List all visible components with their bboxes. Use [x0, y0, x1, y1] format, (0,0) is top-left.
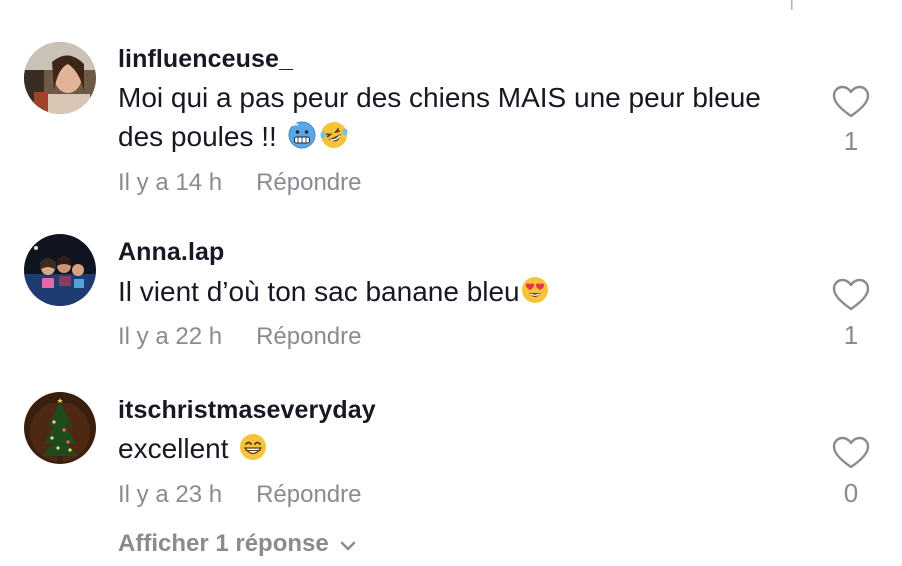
chevron-down-icon [339, 531, 357, 559]
show-replies-button[interactable]: Afficher 1 réponse [118, 530, 357, 559]
comment-text: Moi qui a pas peur des chiens MAIS une p… [118, 78, 818, 156]
grinning-emoji [238, 432, 268, 462]
like-count: 0 [843, 478, 859, 508]
comment-username[interactable]: linfluenceuse_ [118, 45, 293, 74]
comment-timestamp: Il y a 23 h [118, 481, 223, 508]
heart-eyes-emoji [520, 275, 550, 305]
comment-meta: Il y a 14 h Répondre [118, 169, 361, 197]
comment-text-segment: des poules !! [118, 121, 277, 152]
like-count: 1 [843, 126, 859, 156]
reply-button[interactable]: Répondre [256, 323, 361, 350]
comment-text-segment: Il vient d’où ton sac banane bleu [118, 276, 520, 307]
comment-timestamp: Il y a 14 h [118, 169, 223, 196]
avatar[interactable] [24, 392, 96, 464]
comment-text-line: Moi qui a pas peur des chiens MAIS une p… [118, 82, 761, 113]
avatar[interactable] [24, 234, 96, 306]
reply-button[interactable]: Répondre [256, 481, 361, 508]
avatar[interactable] [24, 42, 96, 114]
comment-username[interactable]: itschristmaseveryday [118, 396, 376, 425]
comment-text-segment: excellent [118, 433, 229, 464]
like-count: 1 [843, 320, 859, 350]
show-replies-label: Afficher 1 réponse [118, 530, 329, 557]
cold-face-emoji [287, 120, 317, 150]
comment-text: Il vient d’où ton sac banane bleu [118, 272, 818, 311]
comment-text-line: des poules !! [118, 117, 818, 156]
comment-meta: Il y a 23 h Répondre [118, 481, 361, 509]
reply-button[interactable]: Répondre [256, 169, 361, 196]
comment-text: excellent [118, 429, 818, 468]
heart-icon[interactable] [832, 85, 870, 119]
rolling-laughing-emoji [319, 120, 349, 150]
comment-meta: Il y a 22 h Répondre [118, 323, 361, 351]
comment-username[interactable]: Anna.lap [118, 238, 224, 267]
heart-icon[interactable] [832, 278, 870, 312]
comment-timestamp: Il y a 22 h [118, 323, 223, 350]
heart-icon[interactable] [832, 436, 870, 470]
